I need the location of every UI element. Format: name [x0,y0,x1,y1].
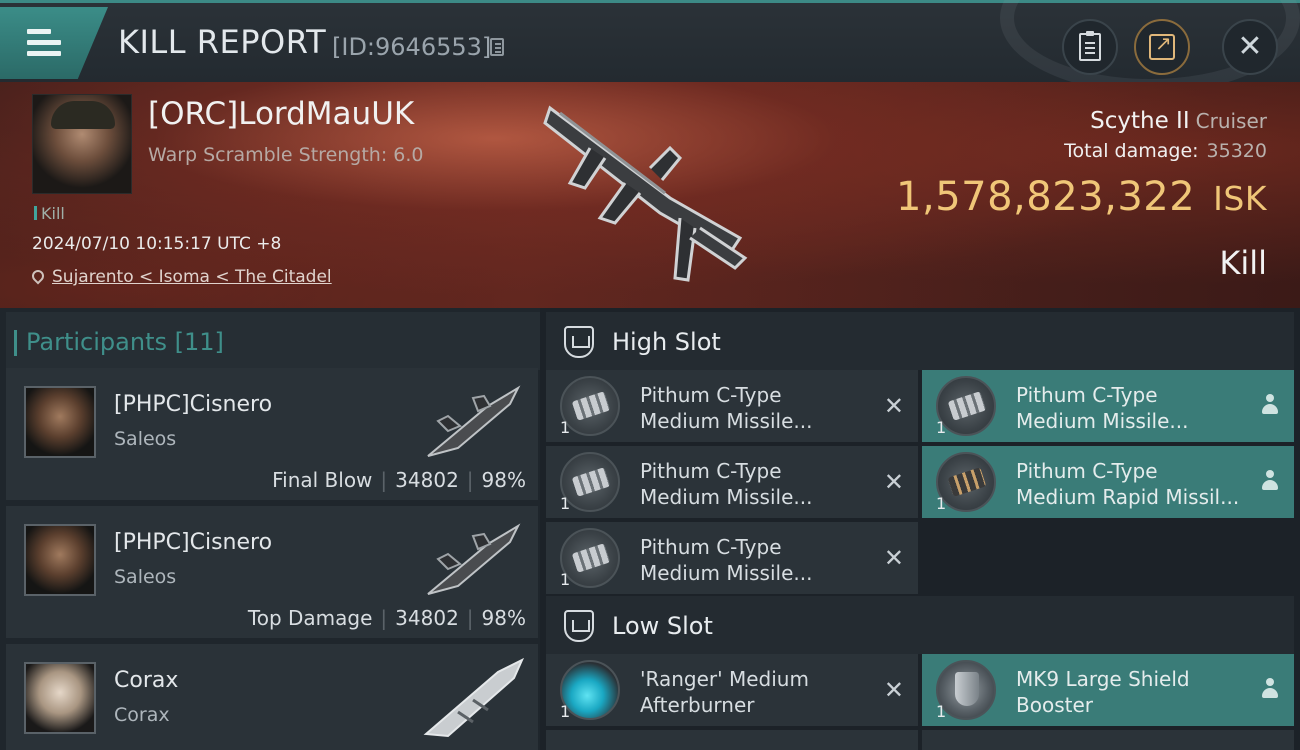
high-slot-icon [564,326,594,358]
participant-percent: 98% [481,468,526,492]
isk-amount: 1,578,823,322 [896,174,1196,220]
close-icon: ✕ [1237,29,1263,64]
scramble-strength: Warp Scramble Strength: 6.0 [148,144,424,166]
high-slot-header: High Slot [546,312,1294,370]
destroyed-icon: ✕ [883,468,904,496]
module-item-partial[interactable] [546,730,918,750]
dropped-person-icon [1262,394,1278,416]
participant-ship-render [423,657,525,738]
participant-name: Corax [114,668,179,693]
participant-ship: Saleos [114,566,177,588]
module-quantity: 1 [936,702,947,721]
hamburger-icon [27,29,61,62]
participant-ship: Corax [114,704,170,726]
participants-panel: Participants [11] [PHPC]Cisnero Saleos F… [0,308,540,750]
result-label: Kill [1219,244,1267,282]
participants-title: Participants [11] [14,328,224,356]
module-quantity: 1 [560,702,571,721]
copy-icon[interactable] [490,38,504,56]
participant-ship-render [427,523,521,595]
participant-stats: Top Damage | 34802 | 98% [247,606,526,630]
participant-card[interactable]: [PHPC]Cisnero Saleos Top Damage | 34802 | 98… [6,506,538,638]
victim-portrait[interactable] [32,94,132,194]
ship-class: Cruiser [1195,109,1267,133]
module-quantity: 1 [560,494,571,513]
ship-name: Scythe II [1090,108,1190,134]
menu-button[interactable] [0,7,108,79]
module-item[interactable]: 1 Pithum C-Type Medium Rapid Missil... [922,446,1294,518]
kill-location[interactable]: Sujarento < Isoma < The Citadel [29,267,332,287]
victim-ship[interactable]: Scythe II Cruiser [1090,108,1267,134]
report-button[interactable] [1062,19,1118,75]
title-bar: KILL REPORT [ID:9646553] ✕ [0,0,1300,93]
clipboard-icon [1079,31,1101,61]
kill-timestamp: 2024/07/10 10:15:17 UTC +8 [32,234,282,254]
module-name: Pithum C-Type Medium Missile... [1016,383,1189,433]
module-name: Pithum C-Type Medium Rapid Missil... [1016,459,1240,509]
module-name: Pithum C-Type Medium Missile... [640,535,813,585]
participant-stats: Final Blow | 34802 | 98% [272,468,526,492]
participant-ship-render [427,385,521,457]
participant-percent: 98% [481,606,526,630]
module-name: Pithum C-Type Medium Missile... [640,459,813,509]
low-slot-header: Low Slot [546,596,1294,654]
module-item[interactable]: 1 Pithum C-Type Medium Missile... ✕ [546,522,918,594]
ship-render[interactable] [530,88,770,303]
close-button[interactable]: ✕ [1222,19,1278,75]
report-id: [ID:9646553] [332,33,492,61]
avatar [24,524,96,596]
fitting-panel: High Slot 1 Pithum C-Type Medium Missile… [540,308,1300,750]
isk-unit: ISK [1213,179,1267,218]
module-item[interactable]: 1 Pithum C-Type Medium Missile... ✕ [546,446,918,518]
victim-name[interactable]: [ORC]LordMauUK [148,96,414,132]
module-item[interactable]: 1 'Ranger' Medium Afterburner ✕ [546,654,918,726]
participant-name: [PHPC]Cisnero [114,392,273,417]
share-button[interactable] [1134,19,1190,75]
module-quantity: 1 [936,494,947,513]
participant-role: Top Damage [247,606,373,630]
isk-value: 1,578,823,322 ISK [896,174,1267,220]
participant-damage: 34802 [395,606,459,630]
module-item[interactable]: 1 MK9 Large Shield Booster [922,654,1294,726]
avatar [24,386,96,458]
participant-card[interactable]: [PHPC]Cisnero Saleos Final Blow | 34802 | 98… [6,368,538,500]
module-item-partial[interactable] [922,730,1294,750]
total-damage-value: 35320 [1206,140,1267,162]
destroyed-icon: ✕ [883,544,904,572]
share-icon [1149,31,1175,60]
module-name: 'Ranger' Medium Afterburner [640,667,809,717]
low-slot-label: Low Slot [612,612,713,640]
module-item[interactable]: 1 Pithum C-Type Medium Missile... [922,370,1294,442]
module-name: MK9 Large Shield Booster [1016,667,1190,717]
page-title: KILL REPORT [118,23,327,61]
location-link[interactable]: Sujarento < Isoma < The Citadel [52,267,332,287]
participant-role: Final Blow [272,468,373,492]
participants-header[interactable]: Participants [11] [6,312,540,370]
victim-banner: [ORC]LordMauUK Warp Scramble Strength: 6… [0,82,1300,308]
low-slot-icon [564,610,594,642]
participant-name: [PHPC]Cisnero [114,530,273,555]
location-pin-icon [29,267,47,285]
destroyed-icon: ✕ [883,676,904,704]
avatar [24,662,96,734]
module-item[interactable]: 1 Pithum C-Type Medium Missile... ✕ [546,370,918,442]
dropped-person-icon [1262,470,1278,492]
module-quantity: 1 [560,570,571,589]
kill-tag: Kill [34,204,65,223]
participant-card[interactable]: Corax Corax [6,644,538,750]
participant-damage: 34802 [395,468,459,492]
high-slot-label: High Slot [612,328,721,356]
total-damage: Total damage: 35320 [1064,140,1267,162]
module-quantity: 1 [560,418,571,437]
module-name: Pithum C-Type Medium Missile... [640,383,813,433]
destroyed-icon: ✕ [883,392,904,420]
participant-ship: Saleos [114,428,177,450]
total-damage-label: Total damage: [1064,140,1199,162]
module-quantity: 1 [936,418,947,437]
dropped-person-icon [1262,678,1278,700]
